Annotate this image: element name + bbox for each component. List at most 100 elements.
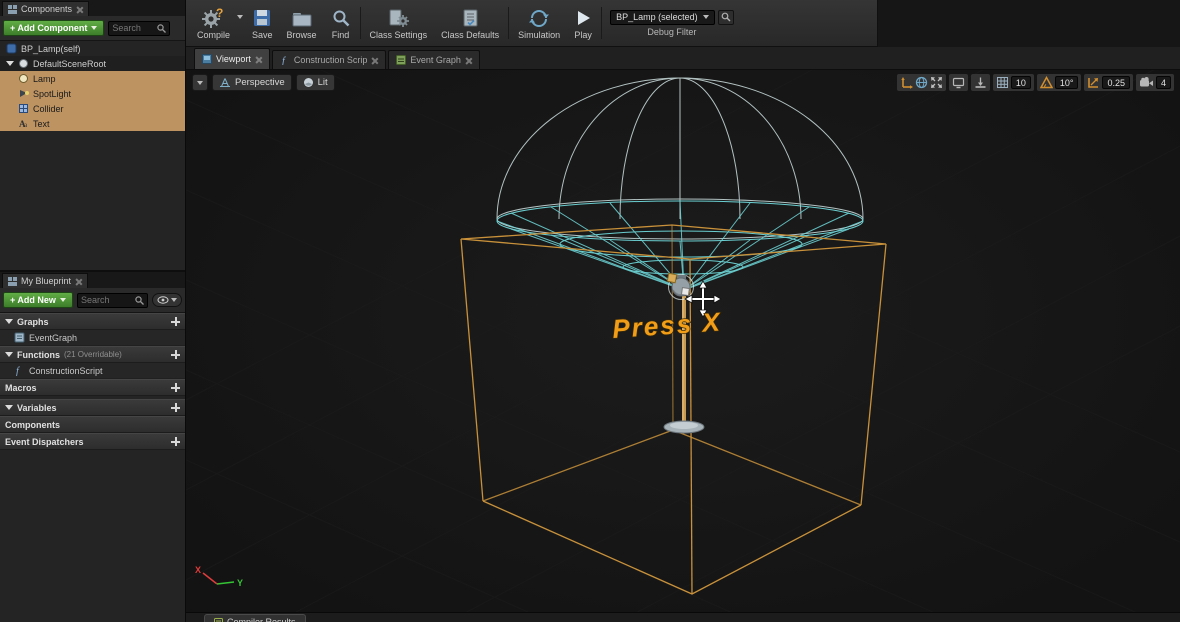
tree-item-bp-lamp-self[interactable]: BP_Lamp(self) (0, 41, 185, 56)
tree-item-label: Lamp (33, 74, 56, 84)
grid-snap-control[interactable]: 10 (993, 74, 1034, 91)
panel-grid-icon (8, 5, 17, 14)
section-variables[interactable]: Variables (0, 399, 185, 416)
add-variable-button[interactable] (171, 403, 180, 412)
lit-mode-button[interactable]: Lit (296, 74, 335, 91)
perspective-label: Perspective (235, 77, 285, 88)
class-settings-button[interactable]: Class Settings (363, 2, 435, 44)
add-macro-button[interactable] (171, 383, 180, 392)
event-graph-tab-icon (396, 55, 406, 65)
world-space-icon[interactable] (915, 76, 928, 89)
tree-item-spotlight[interactable]: SpotLight (0, 86, 185, 101)
expander-icon[interactable] (5, 405, 13, 410)
add-component-button[interactable]: + Add Component (3, 20, 104, 36)
svg-text:a: a (24, 121, 28, 129)
debug-filter-label: Debug Filter (647, 27, 696, 37)
tree-item-collider[interactable]: Collider (0, 101, 185, 116)
viewport-options-button[interactable] (192, 74, 208, 91)
tab-viewport[interactable]: Viewport (194, 48, 270, 69)
perspective-button[interactable]: Perspective (212, 74, 292, 91)
camera-options-button[interactable] (949, 74, 968, 91)
debug-object-value: BP_Lamp (selected) (616, 12, 698, 22)
expander-icon[interactable] (5, 352, 13, 357)
expander-icon[interactable] (5, 319, 13, 324)
add-event-dispatcher-button[interactable] (171, 437, 180, 446)
item-event-graph[interactable]: EventGraph (0, 330, 185, 346)
tree-item-text[interactable]: Aa Text (0, 116, 185, 131)
tab-event-graph[interactable]: Event Graph (388, 50, 480, 69)
compile-options-button[interactable] (237, 2, 245, 44)
tab-construction-script[interactable]: f Construction Scrip (272, 50, 387, 69)
section-label: Graphs (17, 317, 49, 327)
rotation-snap-control[interactable]: 10° (1037, 74, 1082, 91)
save-button[interactable]: Save (245, 2, 280, 44)
bottom-bar: Compiler Results (186, 612, 1180, 622)
viewport-panel[interactable]: Press X X Y Perspective (186, 70, 1180, 612)
components-tab-label: Components (21, 4, 72, 14)
play-button[interactable]: Play (567, 2, 599, 44)
add-graph-button[interactable] (171, 317, 180, 326)
simulation-button[interactable]: Simulation (511, 2, 567, 44)
components-search[interactable] (108, 21, 170, 36)
tree-item-lamp[interactable]: Lamp (0, 71, 185, 86)
components-tab[interactable]: Components (2, 1, 89, 16)
section-components[interactable]: Components (0, 416, 185, 433)
browse-button[interactable]: Browse (280, 2, 324, 44)
surface-snapping-button[interactable] (971, 74, 990, 91)
section-label: Macros (5, 383, 37, 393)
item-construction-script[interactable]: f ConstructionScript (0, 363, 185, 379)
camera-speed-value[interactable]: 4 (1156, 76, 1171, 89)
close-icon[interactable] (76, 6, 83, 13)
chevron-down-icon (171, 298, 177, 302)
compiler-results-tab[interactable]: Compiler Results (204, 614, 306, 622)
viewport-left-controls: Perspective Lit (192, 74, 335, 91)
chevron-down-icon (197, 81, 203, 85)
close-icon[interactable] (465, 57, 472, 64)
rotation-snap-value[interactable]: 10° (1055, 76, 1079, 89)
class-settings-icon (387, 7, 409, 29)
section-functions[interactable]: Functions (21 Overridable) (0, 346, 185, 363)
my-blueprint-search-input[interactable] (81, 295, 135, 305)
class-defaults-button[interactable]: Class Defaults (434, 2, 506, 44)
grid-snap-value[interactable]: 10 (1011, 76, 1031, 89)
my-blueprint-search[interactable] (77, 293, 148, 308)
chevron-down-icon (703, 15, 709, 19)
add-function-button[interactable] (171, 350, 180, 359)
add-new-button[interactable]: + Add New (3, 292, 73, 308)
panel-grid-icon (8, 277, 17, 286)
close-icon[interactable] (255, 56, 262, 63)
gizmo-coord-icon[interactable] (900, 76, 913, 89)
compiler-results-label: Compiler Results (227, 617, 296, 622)
toolbar-separator (360, 7, 361, 39)
viewport-scene[interactable]: Press X X Y (186, 70, 1180, 612)
expander-icon[interactable] (6, 61, 14, 66)
scale-snap-icon (1087, 76, 1100, 89)
transform-tools-group (897, 74, 946, 91)
camera-speed-control[interactable]: 4 (1136, 74, 1174, 91)
lit-icon (303, 77, 314, 88)
debug-object-search-button[interactable] (718, 10, 734, 25)
scale-snap-control[interactable]: 0.25 (1084, 74, 1133, 91)
find-label: Find (332, 30, 350, 40)
my-blueprint-tab-strip: My Blueprint (0, 272, 185, 288)
section-macros[interactable]: Macros (0, 379, 185, 396)
toolbar-separator (508, 7, 509, 39)
add-component-label: + Add Component (10, 23, 87, 33)
section-label: Components (5, 420, 60, 430)
components-search-input[interactable] (112, 23, 157, 33)
section-graphs[interactable]: Graphs (0, 313, 185, 330)
maximize-viewport-icon[interactable] (930, 76, 943, 89)
search-icon (721, 12, 731, 22)
construction-script-tab-icon: f (280, 55, 290, 65)
scale-snap-value[interactable]: 0.25 (1102, 76, 1130, 89)
section-event-dispatchers[interactable]: Event Dispatchers (0, 433, 185, 450)
debug-object-select[interactable]: BP_Lamp (selected) (610, 10, 715, 25)
tree-item-default-scene-root[interactable]: DefaultSceneRoot (0, 56, 185, 71)
close-icon[interactable] (75, 278, 82, 285)
visibility-filter-button[interactable] (152, 293, 182, 307)
close-icon[interactable] (371, 57, 378, 64)
compile-button[interactable]: ? Compile (190, 2, 237, 44)
my-blueprint-tab[interactable]: My Blueprint (2, 273, 88, 288)
svg-text:f: f (16, 366, 20, 376)
find-button[interactable]: Find (324, 2, 358, 44)
